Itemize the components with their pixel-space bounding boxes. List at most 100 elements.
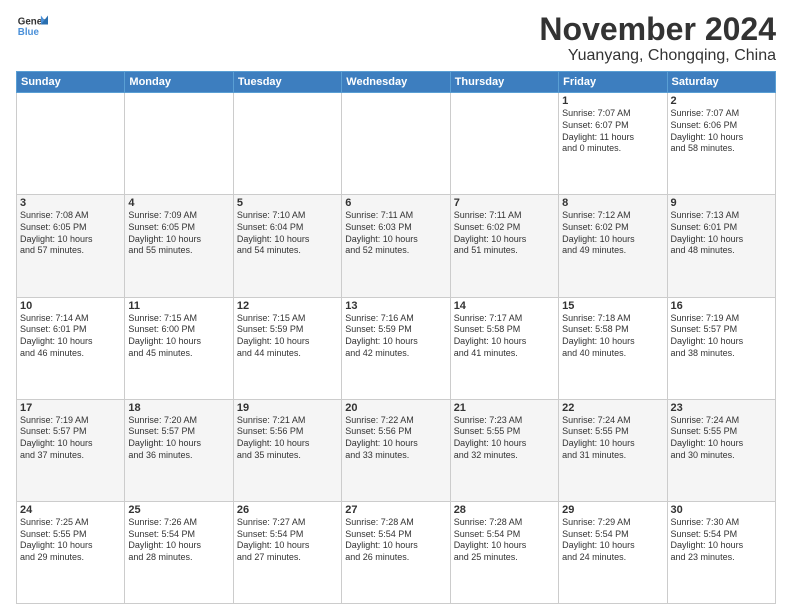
day-info: Sunset: 6:01 PM xyxy=(20,324,121,336)
day-info: Sunrise: 7:24 AM xyxy=(671,415,772,427)
day-info: Sunset: 6:03 PM xyxy=(345,222,446,234)
day-info: Sunrise: 7:20 AM xyxy=(128,415,229,427)
calendar-cell xyxy=(450,93,558,195)
day-info: Sunset: 6:00 PM xyxy=(128,324,229,336)
calendar-cell: 8Sunrise: 7:12 AMSunset: 6:02 PMDaylight… xyxy=(559,195,667,297)
col-sunday: Sunday xyxy=(17,72,125,93)
day-info: Sunset: 5:58 PM xyxy=(562,324,663,336)
day-info: and 24 minutes. xyxy=(562,552,663,564)
col-tuesday: Tuesday xyxy=(233,72,341,93)
day-info: Daylight: 10 hours xyxy=(20,438,121,450)
day-info: Sunrise: 7:14 AM xyxy=(20,313,121,325)
day-number: 20 xyxy=(345,402,446,414)
day-info: and 33 minutes. xyxy=(345,450,446,462)
calendar-cell: 27Sunrise: 7:28 AMSunset: 5:54 PMDayligh… xyxy=(342,501,450,603)
day-info: Daylight: 10 hours xyxy=(345,234,446,246)
day-info: Sunrise: 7:28 AM xyxy=(345,517,446,529)
day-info: Sunrise: 7:26 AM xyxy=(128,517,229,529)
day-info: Sunset: 5:54 PM xyxy=(128,529,229,541)
day-number: 29 xyxy=(562,504,663,516)
day-info: Sunrise: 7:22 AM xyxy=(345,415,446,427)
day-info: Sunrise: 7:07 AM xyxy=(562,108,663,120)
col-wednesday: Wednesday xyxy=(342,72,450,93)
day-number: 5 xyxy=(237,197,338,209)
day-info: Sunrise: 7:11 AM xyxy=(345,210,446,222)
calendar-cell: 28Sunrise: 7:28 AMSunset: 5:54 PMDayligh… xyxy=(450,501,558,603)
day-info: Sunset: 5:55 PM xyxy=(562,426,663,438)
day-info: Daylight: 10 hours xyxy=(237,234,338,246)
day-info: Sunset: 6:06 PM xyxy=(671,120,772,132)
day-info: Daylight: 10 hours xyxy=(454,336,555,348)
day-info: Sunrise: 7:16 AM xyxy=(345,313,446,325)
day-info: and 55 minutes. xyxy=(128,245,229,257)
day-info: Daylight: 10 hours xyxy=(237,336,338,348)
day-number: 18 xyxy=(128,402,229,414)
day-info: Sunrise: 7:12 AM xyxy=(562,210,663,222)
day-number: 30 xyxy=(671,504,772,516)
svg-text:Blue: Blue xyxy=(18,27,40,38)
month-title: November 2024 xyxy=(539,12,776,47)
calendar-cell: 25Sunrise: 7:26 AMSunset: 5:54 PMDayligh… xyxy=(125,501,233,603)
col-saturday: Saturday xyxy=(667,72,775,93)
day-info: and 46 minutes. xyxy=(20,348,121,360)
calendar-cell: 1Sunrise: 7:07 AMSunset: 6:07 PMDaylight… xyxy=(559,93,667,195)
day-number: 2 xyxy=(671,95,772,107)
calendar-cell: 3Sunrise: 7:08 AMSunset: 6:05 PMDaylight… xyxy=(17,195,125,297)
day-info: Sunrise: 7:19 AM xyxy=(671,313,772,325)
calendar-cell: 22Sunrise: 7:24 AMSunset: 5:55 PMDayligh… xyxy=(559,399,667,501)
col-thursday: Thursday xyxy=(450,72,558,93)
col-friday: Friday xyxy=(559,72,667,93)
day-info: Sunset: 5:54 PM xyxy=(345,529,446,541)
day-number: 12 xyxy=(237,300,338,312)
day-info: Sunset: 5:55 PM xyxy=(454,426,555,438)
day-info: and 57 minutes. xyxy=(20,245,121,257)
day-info: Sunset: 6:05 PM xyxy=(128,222,229,234)
calendar-cell: 4Sunrise: 7:09 AMSunset: 6:05 PMDaylight… xyxy=(125,195,233,297)
day-number: 9 xyxy=(671,197,772,209)
day-info: Sunset: 5:59 PM xyxy=(237,324,338,336)
calendar-cell: 14Sunrise: 7:17 AMSunset: 5:58 PMDayligh… xyxy=(450,297,558,399)
day-info: Sunrise: 7:10 AM xyxy=(237,210,338,222)
day-info: Sunset: 5:54 PM xyxy=(671,529,772,541)
day-info: and 36 minutes. xyxy=(128,450,229,462)
day-info: and 28 minutes. xyxy=(128,552,229,564)
calendar: Sunday Monday Tuesday Wednesday Thursday… xyxy=(16,71,776,604)
day-info: Sunset: 5:59 PM xyxy=(345,324,446,336)
calendar-week-1: 1Sunrise: 7:07 AMSunset: 6:07 PMDaylight… xyxy=(17,93,776,195)
day-info: Sunset: 5:54 PM xyxy=(454,529,555,541)
day-info: Sunrise: 7:17 AM xyxy=(454,313,555,325)
day-info: and 41 minutes. xyxy=(454,348,555,360)
day-info: Daylight: 10 hours xyxy=(562,234,663,246)
day-info: Daylight: 10 hours xyxy=(562,336,663,348)
day-info: and 23 minutes. xyxy=(671,552,772,564)
day-info: and 29 minutes. xyxy=(20,552,121,564)
day-info: Sunrise: 7:07 AM xyxy=(671,108,772,120)
calendar-week-2: 3Sunrise: 7:08 AMSunset: 6:05 PMDaylight… xyxy=(17,195,776,297)
calendar-cell: 10Sunrise: 7:14 AMSunset: 6:01 PMDayligh… xyxy=(17,297,125,399)
day-info: and 25 minutes. xyxy=(454,552,555,564)
day-number: 23 xyxy=(671,402,772,414)
day-info: Daylight: 10 hours xyxy=(345,438,446,450)
calendar-cell: 13Sunrise: 7:16 AMSunset: 5:59 PMDayligh… xyxy=(342,297,450,399)
calendar-cell: 19Sunrise: 7:21 AMSunset: 5:56 PMDayligh… xyxy=(233,399,341,501)
calendar-cell: 12Sunrise: 7:15 AMSunset: 5:59 PMDayligh… xyxy=(233,297,341,399)
day-number: 8 xyxy=(562,197,663,209)
day-info: Sunrise: 7:15 AM xyxy=(128,313,229,325)
day-info: Sunset: 5:55 PM xyxy=(20,529,121,541)
calendar-cell: 17Sunrise: 7:19 AMSunset: 5:57 PMDayligh… xyxy=(17,399,125,501)
day-number: 10 xyxy=(20,300,121,312)
day-info: Daylight: 10 hours xyxy=(128,336,229,348)
day-info: and 42 minutes. xyxy=(345,348,446,360)
day-info: Sunrise: 7:29 AM xyxy=(562,517,663,529)
day-number: 13 xyxy=(345,300,446,312)
day-info: Daylight: 10 hours xyxy=(671,336,772,348)
day-info: Daylight: 10 hours xyxy=(345,336,446,348)
day-info: Daylight: 10 hours xyxy=(128,438,229,450)
day-info: Sunset: 6:04 PM xyxy=(237,222,338,234)
day-info: and 54 minutes. xyxy=(237,245,338,257)
day-info: Daylight: 10 hours xyxy=(454,234,555,246)
day-info: Daylight: 10 hours xyxy=(454,438,555,450)
day-info: and 27 minutes. xyxy=(237,552,338,564)
day-info: Sunset: 5:57 PM xyxy=(671,324,772,336)
calendar-cell: 9Sunrise: 7:13 AMSunset: 6:01 PMDaylight… xyxy=(667,195,775,297)
